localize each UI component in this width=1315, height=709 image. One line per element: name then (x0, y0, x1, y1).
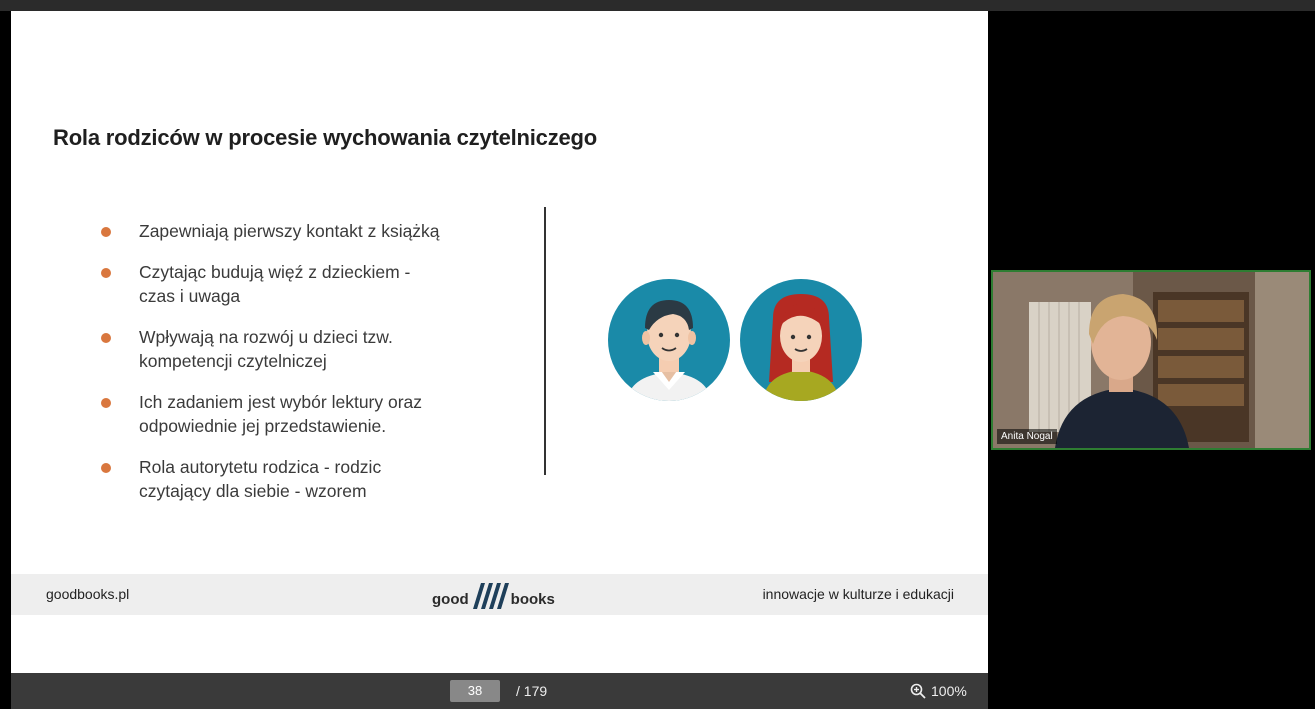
bullet-dot (101, 268, 111, 278)
bullet-line: czytający dla siebie - wzorem (139, 481, 367, 501)
bullet-item: Czytając budują więź z dzieckiem - czas … (99, 260, 499, 308)
presentation-slide: Rola rodziców w procesie wychowania czyt… (11, 11, 988, 673)
page-total: / 179 (516, 683, 548, 699)
bullet-dot (101, 333, 111, 343)
books-icon (472, 583, 509, 609)
slide-footer: goodbooks.pl good books innowacje w kult… (11, 574, 988, 615)
bullet-dot (101, 463, 111, 473)
footer-tagline: innowacje w kulturze i edukacji (762, 586, 954, 602)
bullet-item: Rola autorytetu rodzica - rodzic czytają… (99, 455, 499, 503)
bullet-line: Rola autorytetu rodzica - rodzic (139, 457, 382, 477)
vertical-divider (544, 207, 546, 475)
female-avatar-icon (740, 279, 862, 401)
male-avatar-icon (608, 279, 730, 401)
slide-title: Rola rodziców w procesie wychowania czyt… (53, 125, 598, 150)
logo-text-books: books (510, 591, 555, 608)
page-number-input[interactable]: 38 (450, 680, 500, 702)
bullet-line: Ich zadaniem jest wybór lektury oraz (139, 392, 423, 412)
bullet-item: Wpływają na rozwój u dzieci tzw. kompete… (99, 325, 499, 373)
bullet-line: Zapewniają pierwszy kontakt z książką (139, 221, 440, 241)
bullet-line: czas i uwaga (139, 286, 241, 306)
logo-text-good: good (432, 591, 469, 608)
bullet-dot (101, 398, 111, 408)
zoom-level: 100% (931, 683, 967, 699)
bullet-line: kompetencji czytelniczej (139, 351, 327, 371)
bullet-line: odpowiednie jej przedstawienie. (139, 416, 387, 436)
footer-website: goodbooks.pl (46, 586, 130, 602)
bullet-dot (101, 227, 111, 237)
bullet-line: Czytając budują więź z dzieckiem - (139, 262, 411, 282)
bullet-line: Wpływają na rozwój u dzieci tzw. (139, 327, 393, 347)
participant-video[interactable]: Anita Nogal (991, 270, 1311, 450)
zoom-icon[interactable] (910, 683, 926, 699)
goodbooks-logo: good books (432, 578, 555, 610)
bullet-item: Ich zadaniem jest wybór lektury oraz odp… (99, 390, 499, 438)
participant-name-label: Anita Nogal (997, 429, 1057, 444)
viewer-toolbar: 38 / 179 100% (11, 673, 988, 709)
bullet-item: Zapewniają pierwszy kontakt z książką (99, 219, 499, 243)
participant-video-frame (993, 272, 1309, 448)
top-strip (0, 0, 1315, 11)
bullet-list: Zapewniają pierwszy kontakt z książką Cz… (99, 219, 499, 520)
